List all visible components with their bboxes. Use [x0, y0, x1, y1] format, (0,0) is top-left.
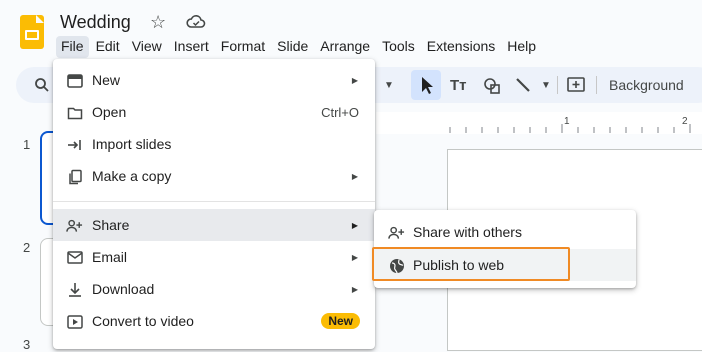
toolbar-divider	[596, 76, 597, 94]
new-slides-icon	[66, 72, 83, 89]
submenu-item-label: Share with others	[413, 224, 522, 240]
search-menus-icon[interactable]	[34, 77, 50, 98]
background-button[interactable]: Background	[609, 77, 684, 93]
menu-help[interactable]: Help	[502, 36, 541, 58]
horizontal-ruler	[376, 112, 702, 135]
menu-item-make-a-copy[interactable]: Make a copy ▶	[53, 160, 375, 192]
person-add-icon	[388, 224, 405, 241]
slide-number: 1	[23, 137, 31, 152]
menu-file[interactable]: File	[56, 36, 89, 58]
menu-item-open[interactable]: Open Ctrl+O	[53, 96, 375, 128]
submenu-item-share-with-others[interactable]: Share with others	[374, 216, 636, 248]
menu-item-label: Download	[92, 281, 155, 297]
shortcut-label: Ctrl+O	[321, 104, 359, 120]
import-icon	[66, 136, 83, 153]
menu-edit[interactable]: Edit	[91, 36, 125, 58]
menu-bar: File Edit View Insert Format Slide Arran…	[56, 36, 543, 58]
menu-format[interactable]: Format	[216, 36, 270, 58]
menu-arrange[interactable]: Arrange	[315, 36, 375, 58]
menu-item-download[interactable]: Download ▶	[53, 273, 375, 305]
text-box-icon[interactable]: Tт	[450, 77, 467, 94]
video-icon	[66, 313, 83, 330]
shape-icon[interactable]	[482, 76, 502, 101]
menu-item-label: Import slides	[92, 136, 172, 152]
select-tool-button[interactable]	[411, 70, 441, 100]
menu-item-new[interactable]: New ▶	[53, 64, 375, 96]
person-add-icon	[66, 217, 83, 234]
menu-item-label: Share	[92, 217, 130, 233]
menu-item-label: Email	[92, 249, 128, 265]
slides-logo-icon[interactable]	[20, 15, 44, 49]
menu-item-label: Make a copy	[92, 168, 172, 184]
cloud-status-icon[interactable]	[186, 14, 206, 35]
toolbar-divider	[557, 76, 558, 94]
menu-divider	[53, 201, 375, 202]
menu-slide[interactable]: Slide	[272, 36, 313, 58]
menu-item-email[interactable]: Email ▶	[53, 241, 375, 273]
menu-item-convert-to-video[interactable]: Convert to video New	[53, 305, 375, 337]
menu-tools[interactable]: Tools	[377, 36, 420, 58]
slide-number: 2	[23, 240, 31, 255]
new-badge: New	[321, 313, 360, 329]
menu-item-label: Open	[92, 104, 127, 120]
copy-icon	[66, 168, 83, 185]
menu-view[interactable]: View	[127, 36, 167, 58]
download-icon	[66, 281, 83, 298]
star-icon[interactable]: ☆	[150, 12, 166, 33]
menu-item-import-slides[interactable]: Import slides	[53, 128, 375, 160]
ruler-mark: 2	[682, 116, 688, 127]
email-icon	[66, 249, 83, 266]
line-icon[interactable]	[514, 76, 534, 101]
ruler-mark: 1	[564, 116, 570, 127]
folder-icon	[66, 104, 83, 121]
menu-item-label: New	[92, 72, 121, 88]
submenu-arrow-icon: ▶	[351, 252, 358, 262]
submenu-arrow-icon: ▶	[351, 220, 358, 230]
highlight-annotation	[372, 247, 570, 281]
submenu-arrow-icon: ▶	[351, 171, 358, 181]
menu-item-share[interactable]: Share ▶	[53, 209, 375, 241]
submenu-arrow-icon: ▶	[351, 284, 358, 294]
cursor-icon	[422, 77, 433, 94]
chevron-down-icon[interactable]: ▼	[384, 80, 394, 91]
menu-insert[interactable]: Insert	[169, 36, 214, 58]
menu-extensions[interactable]: Extensions	[422, 36, 500, 58]
document-title[interactable]: Wedding	[60, 12, 131, 33]
add-comment-icon[interactable]	[566, 76, 586, 101]
submenu-arrow-icon: ▶	[351, 75, 358, 85]
menu-item-label: Convert to video	[92, 313, 194, 329]
file-menu: New ▶ Open Ctrl+O Import slides Make a c…	[53, 59, 375, 349]
line-dropdown-icon[interactable]: ▼	[541, 80, 551, 91]
